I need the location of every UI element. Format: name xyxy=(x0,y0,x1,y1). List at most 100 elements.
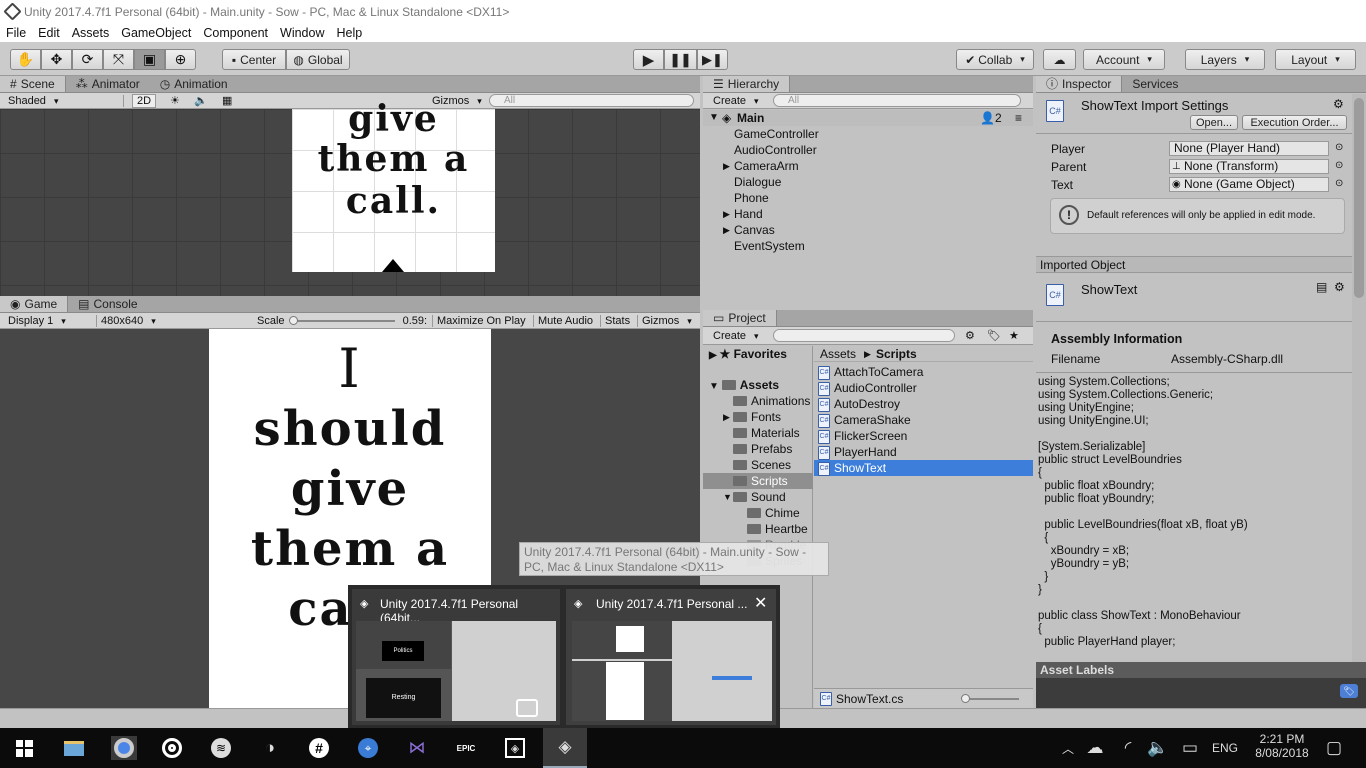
file-explorer-icon[interactable] xyxy=(62,736,86,760)
volume-icon[interactable]: 🔈 xyxy=(1146,736,1170,760)
scene-search-input[interactable]: All xyxy=(489,94,694,107)
pivot-center-button[interactable]: ▪ Center xyxy=(222,49,286,70)
script-file-item[interactable]: C# FlickerScreen xyxy=(814,428,1033,444)
scene-view[interactable]: give them a call. xyxy=(0,98,700,296)
unity-editor-taskbar-icon[interactable]: ◈ xyxy=(543,728,587,768)
scene-menu-icon[interactable]: ≡ xyxy=(1015,110,1022,126)
inspector-scrollbar[interactable] xyxy=(1352,94,1366,662)
scale-tool-icon[interactable]: ⤧ xyxy=(103,49,134,70)
script-file-item[interactable]: C# AudioController xyxy=(814,380,1033,396)
move-tool-icon[interactable]: ✥ xyxy=(41,49,72,70)
tab-animator[interactable]: ⁂ Animator xyxy=(66,76,150,92)
epic-games-icon[interactable]: EPIC xyxy=(454,736,478,760)
folder-item[interactable]: Chime xyxy=(703,505,813,521)
object-reference-field[interactable]: None (Player Hand) xyxy=(1169,141,1329,156)
tab-project[interactable]: ▭ Project xyxy=(703,310,777,326)
hierarchy-item[interactable]: EventSystem xyxy=(703,238,1033,254)
step-button[interactable]: ▶❚ xyxy=(697,49,728,70)
expand-arrow-icon[interactable]: ▶ xyxy=(723,158,730,174)
rotate-tool-icon[interactable]: ⟳ xyxy=(72,49,103,70)
tab-game[interactable]: ◉ Game xyxy=(0,296,69,312)
clock[interactable]: 2:21 PM 8/08/2018 xyxy=(1250,732,1314,760)
object-reference-field[interactable]: ◉ None (Game Object) xyxy=(1169,177,1329,192)
hand-tool-icon[interactable]: ✋ xyxy=(10,49,41,70)
wifi-icon[interactable]: ◜ xyxy=(1116,736,1140,760)
script-file-item[interactable]: C# AttachToCamera xyxy=(814,364,1033,380)
rect-tool-icon[interactable]: ▣ xyxy=(134,49,165,70)
effects-icon[interactable]: ▦ xyxy=(222,94,232,107)
mute-audio-toggle[interactable]: Mute Audio xyxy=(533,314,597,327)
game-gizmos-dropdown[interactable]: Gizmos xyxy=(637,314,696,327)
menu-edit[interactable]: Edit xyxy=(32,24,66,42)
display-dropdown[interactable]: Display 1 xyxy=(8,315,88,327)
menu-file[interactable]: File xyxy=(0,24,32,42)
filter-label-icon[interactable]: 🏷 xyxy=(987,329,1001,342)
shading-mode-dropdown[interactable]: Shaded xyxy=(8,94,124,107)
script-file-item[interactable]: C# AutoDestroy xyxy=(814,396,1033,412)
tab-inspector[interactable]: ⓘ Inspector xyxy=(1036,76,1123,92)
play-button[interactable]: ▶ xyxy=(633,49,664,70)
folder-item[interactable]: Scenes xyxy=(703,457,813,473)
project-create-dropdown[interactable]: Create xyxy=(713,330,759,342)
hierarchy-item[interactable]: ▶ Canvas xyxy=(703,222,1033,238)
execution-order-button[interactable]: Execution Order... xyxy=(1242,115,1347,130)
expand-arrow-icon[interactable]: ▶ xyxy=(723,206,730,222)
expand-arrow-icon[interactable]: ▶ xyxy=(723,222,730,238)
hierarchy-item[interactable]: GameController xyxy=(703,126,1033,142)
target-app-icon[interactable] xyxy=(160,736,184,760)
menu-component[interactable]: Component xyxy=(197,24,274,42)
hierarchy-create-dropdown[interactable]: Create xyxy=(713,95,759,107)
folder-item[interactable]: Materials xyxy=(703,425,813,441)
filter-type-icon[interactable]: ⚙ xyxy=(965,329,975,342)
folder-item[interactable]: Prefabs xyxy=(703,441,813,457)
tab-hierarchy[interactable]: ☰ Hierarchy xyxy=(703,76,791,92)
account-dropdown[interactable]: Account xyxy=(1083,49,1165,70)
slack-icon[interactable]: # xyxy=(307,736,331,760)
discord-icon[interactable]: ◑ xyxy=(258,736,282,760)
visual-studio-icon[interactable]: ⋈ xyxy=(405,736,429,760)
scale-slider-handle[interactable] xyxy=(289,316,298,325)
object-picker-icon[interactable]: ⊙ xyxy=(1335,142,1343,153)
expand-arrow-icon[interactable]: ▼ xyxy=(709,110,719,126)
window-preview-1[interactable]: ◈ Unity 2017.4.7f1 Personal (64bit... Po… xyxy=(352,589,560,725)
maximize-on-play-toggle[interactable]: Maximize On Play xyxy=(432,314,530,327)
folder-item[interactable]: Scripts xyxy=(703,473,813,489)
project-search-input[interactable] xyxy=(773,329,955,342)
scale-slider[interactable] xyxy=(289,316,395,325)
tab-console[interactable]: ▤ Console xyxy=(68,296,147,312)
transform-tool-icon[interactable]: ⊕ xyxy=(165,49,196,70)
folder-item[interactable]: Heartbe xyxy=(703,521,813,537)
input-language[interactable]: ENG xyxy=(1212,741,1238,755)
script-file-item[interactable]: C# ShowText xyxy=(814,460,1033,476)
pivot-global-button[interactable]: ◍ Global xyxy=(286,49,350,70)
close-preview-icon[interactable]: ✕ xyxy=(754,593,767,613)
scrollbar-thumb[interactable] xyxy=(1354,98,1364,298)
hierarchy-search-input[interactable]: All xyxy=(773,94,1021,107)
window-preview-2[interactable]: ◈ Unity 2017.4.7f1 Personal ... ✕ xyxy=(566,589,776,725)
script-file-item[interactable]: C# PlayerHand xyxy=(814,444,1033,460)
expand-arrow-icon[interactable]: ▼ xyxy=(723,489,732,505)
unity-hub-icon[interactable]: ◈ xyxy=(503,736,527,760)
cloud-button[interactable]: ☁ xyxy=(1043,49,1076,70)
lighting-icon[interactable]: ☀ xyxy=(170,94,180,107)
folder-item[interactable]: ▶ Fonts xyxy=(703,409,813,425)
maps-pin-icon[interactable]: ⌖ xyxy=(356,736,380,760)
mode-2d-toggle[interactable]: 2D xyxy=(132,93,157,108)
hierarchy-item[interactable]: ▶ CameraArm xyxy=(703,158,1033,174)
expand-arrow-icon[interactable]: ▶ xyxy=(723,409,730,425)
breadcrumb-scripts[interactable]: Scripts xyxy=(876,346,917,362)
tab-animation[interactable]: ◷ Animation xyxy=(150,76,238,92)
favorite-star-icon[interactable]: ★ xyxy=(1009,329,1019,342)
menu-help[interactable]: Help xyxy=(330,24,368,42)
spotify-icon[interactable]: ≋ xyxy=(209,736,233,760)
resolution-dropdown[interactable]: 480x640 xyxy=(96,314,250,327)
hierarchy-item[interactable]: Dialogue xyxy=(703,174,1033,190)
chrome-icon[interactable] xyxy=(111,736,137,760)
script-file-item[interactable]: C# CameraShake xyxy=(814,412,1033,428)
folder-item[interactable]: Animations xyxy=(703,393,813,409)
show-hidden-icons-chevron[interactable]: ︿ xyxy=(1056,736,1080,760)
hierarchy-item[interactable]: ▶ Hand xyxy=(703,206,1033,222)
scene-root-row[interactable]: ▼ ◈ Main 👤 2 ≡ xyxy=(703,110,1033,126)
object-picker-icon[interactable]: ⊙ xyxy=(1335,160,1343,171)
icon-size-slider-handle[interactable] xyxy=(961,694,970,703)
